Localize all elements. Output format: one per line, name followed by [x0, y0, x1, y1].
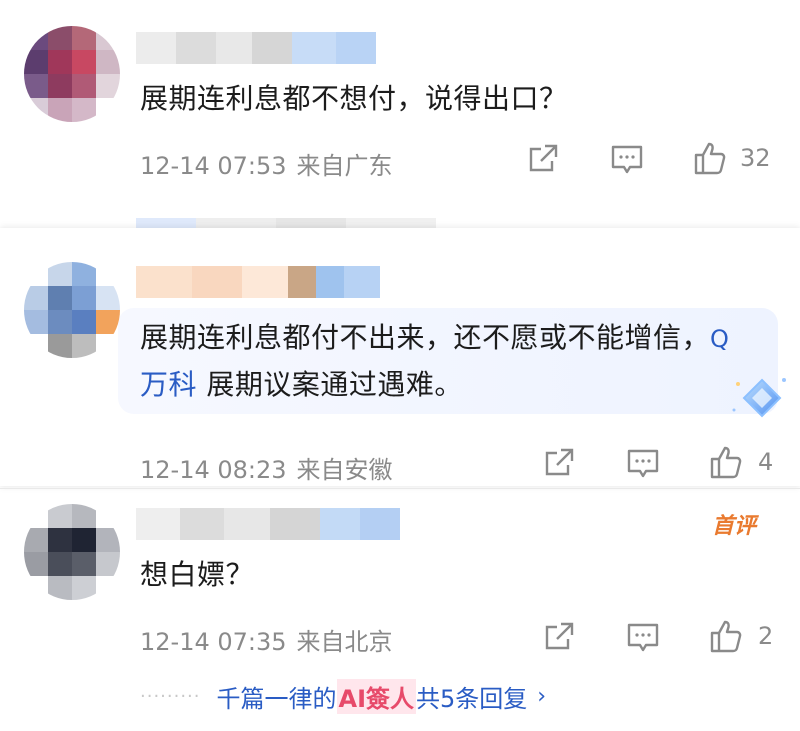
comment-button[interactable] [610, 144, 644, 176]
thumb-up-icon [710, 620, 742, 653]
reply-count: 共5条回复 [416, 684, 528, 713]
comment-button[interactable] [626, 622, 660, 654]
like-button[interactable]: 32 [692, 140, 771, 176]
first-comment-badge: 首评 [712, 514, 757, 539]
chevron-right-icon: › [537, 683, 547, 709]
comment-meta: 12-14 08:23 来自安徽 [140, 450, 393, 485]
thumb-up-icon [694, 142, 726, 175]
comment-text: 展期连利息都付不出来，还不愿或不能增信，Q 万科 展期议案通过遇难。 [140, 315, 742, 408]
avatar[interactable] [24, 262, 120, 358]
share-icon [545, 448, 574, 476]
like-button[interactable]: 2 [708, 618, 773, 654]
reply-dots: ········· [140, 685, 201, 707]
username-blurred[interactable] [136, 32, 376, 64]
thumb-up-icon [710, 446, 742, 479]
reply-prefix: 千篇一律的 [216, 684, 337, 713]
topic-label: 万科 [140, 368, 198, 401]
view-replies-link[interactable]: ········· 千篇一律的 AI簽人 共5条回复 › [140, 676, 546, 716]
timestamp: 12-14 07:53 [140, 152, 287, 180]
share-icon [529, 144, 558, 172]
comment-icon [627, 623, 659, 652]
username-blurred[interactable] [136, 266, 380, 298]
search-icon: Q [710, 325, 730, 353]
location: 来自北京 [296, 628, 393, 656]
location: 来自广东 [296, 152, 393, 180]
comment-text-part: 展期议案通过遇难。 [197, 368, 463, 401]
share-button[interactable] [542, 620, 576, 654]
avatar[interactable] [24, 26, 120, 122]
like-count: 32 [740, 144, 771, 172]
like-count: 4 [758, 448, 774, 476]
comment-button[interactable] [626, 448, 660, 480]
like-count: 2 [758, 622, 774, 650]
comment-meta: 12-14 07:53 来自广东 [140, 146, 393, 181]
comment-text: 展期连利息都不想付，说得出口？ [140, 82, 568, 115]
watermark-stamp: AI簽人 [336, 678, 417, 714]
comment-icon [611, 145, 643, 174]
share-icon [545, 622, 574, 650]
share-button[interactable] [542, 446, 576, 480]
like-button[interactable]: 4 [708, 444, 773, 480]
timestamp: 12-14 08:23 [140, 456, 287, 484]
timestamp: 12-14 07:35 [140, 628, 287, 656]
location: 来自安徽 [296, 456, 393, 484]
share-button[interactable] [526, 142, 560, 176]
avatar[interactable] [24, 504, 120, 600]
comment-icon [627, 449, 659, 478]
divider [0, 488, 800, 489]
comment-text: 想白嫖？ [140, 558, 255, 591]
comment-text-part: 展期连利息都付不出来，还不愿或不能增信， [140, 321, 711, 354]
username-blurred[interactable] [136, 508, 400, 540]
comment-thread: 展期连利息都不想付，说得出口？ 12-14 07:53 来自广东 32 展期连利… [0, 0, 800, 731]
comment-meta: 12-14 07:35 来自北京 [140, 622, 393, 657]
